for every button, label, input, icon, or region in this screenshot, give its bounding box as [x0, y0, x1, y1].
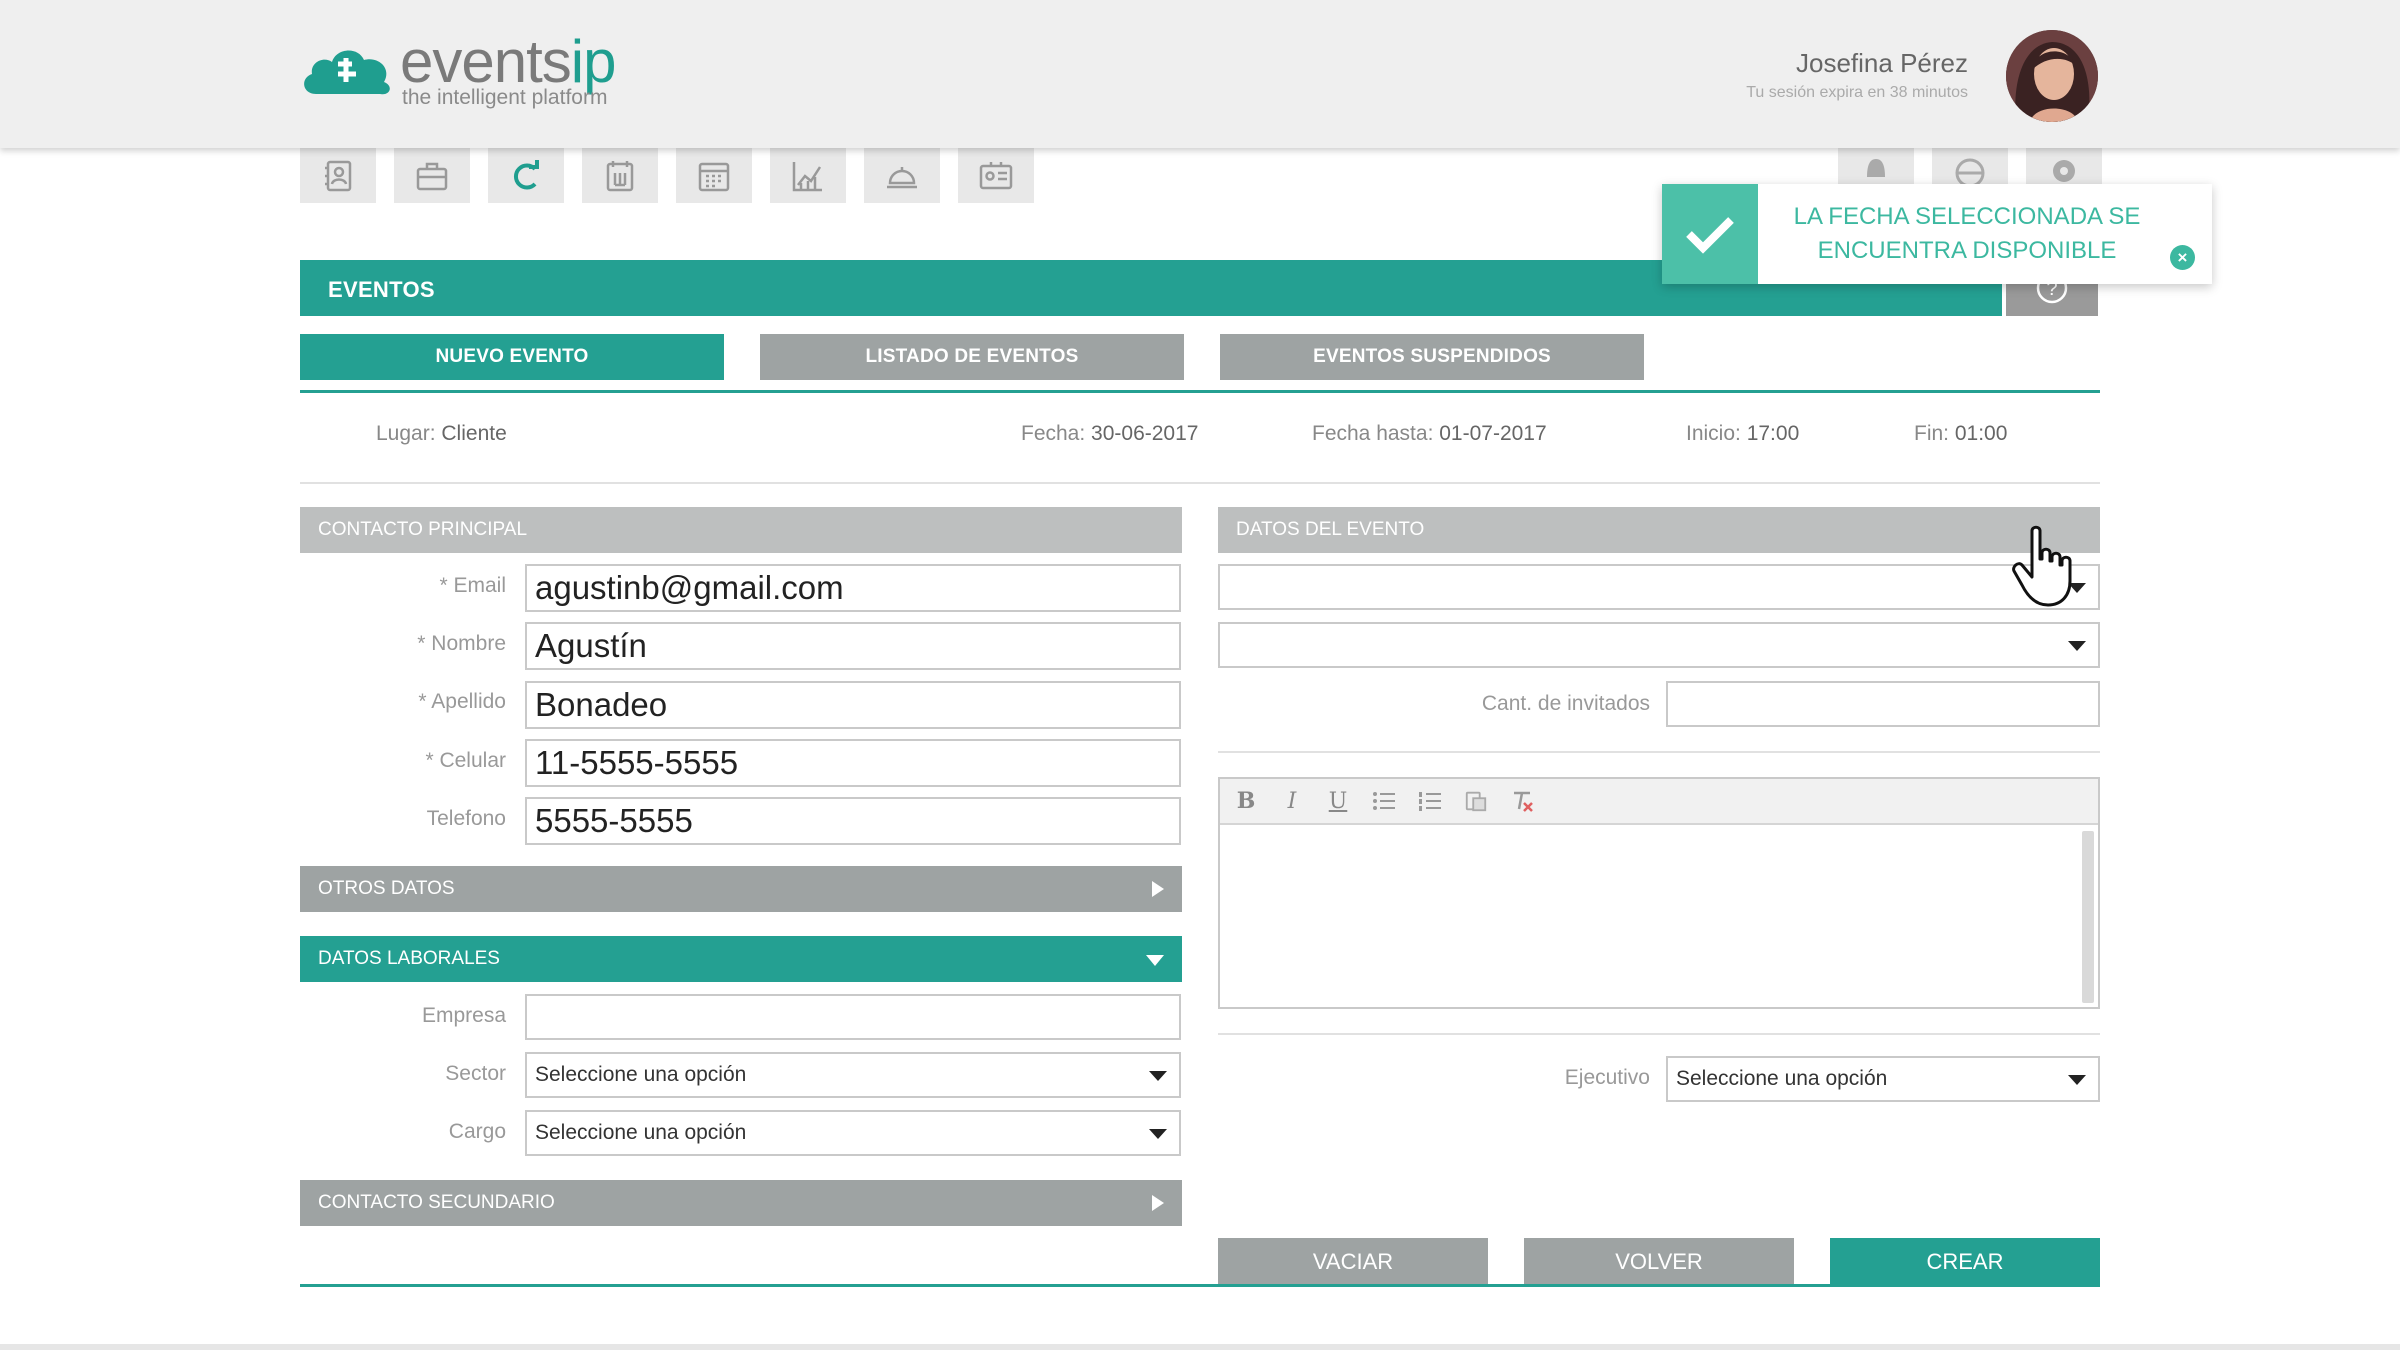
toast-message: LA FECHA SELECCIONADA SE ENCUENTRA DISPO… [1793, 203, 2141, 264]
summary-fecha: Fecha: 30-06-2017 [1021, 422, 1199, 445]
cargo-select[interactable]: Seleccione una opción [525, 1110, 1181, 1156]
id-card-icon[interactable] [958, 148, 1034, 203]
empresa-label: Empresa [421, 1004, 506, 1027]
contacto-secundario-toggle[interactable]: CONTACTO SECUNDARIO [300, 1180, 1182, 1226]
telefono-label: Telefono [426, 807, 506, 830]
check-icon [1662, 184, 1758, 284]
otros-datos-label: OTROS DATOS [318, 878, 455, 899]
top-header: eventsip the intelligent platform Josefi… [0, 0, 2400, 148]
ejecutivo-select-value: Seleccione una opción [1676, 1067, 1888, 1090]
telefono-field[interactable]: 5555-5555 [525, 797, 1181, 845]
main-toolbar [300, 148, 1034, 203]
sector-select[interactable]: Seleccione una opción [525, 1052, 1181, 1098]
eventsip-logo[interactable]: eventsip the intelligent platform [300, 30, 660, 114]
event-divider-top [1218, 751, 2100, 753]
event-category-select[interactable] [1218, 622, 2100, 668]
globe-icon[interactable] [1932, 148, 2008, 185]
hand-cursor-icon [2012, 525, 2072, 607]
nombre-label: * Nombre [417, 632, 506, 655]
bullet-list-icon[interactable] [1372, 788, 1396, 814]
event-divider-bottom [1218, 1033, 2100, 1035]
close-icon[interactable]: × [2170, 245, 2195, 270]
summary-divider [300, 482, 2100, 484]
form-bottom-line [300, 1284, 2100, 1287]
tab-nuevo-evento[interactable]: NUEVO EVENTO [300, 334, 724, 380]
bold-button[interactable]: B [1234, 788, 1258, 814]
crear-button[interactable]: CREAR [1830, 1238, 2100, 1286]
apellido-field[interactable]: Bonadeo [525, 681, 1181, 729]
user-name[interactable]: Josefina Pérez [1796, 48, 1968, 79]
email-label: * Email [439, 574, 506, 597]
caret-down-icon [2068, 1075, 2086, 1085]
logo-wordmark: eventsip [400, 28, 616, 95]
celular-field[interactable]: 11-5555-5555 [525, 739, 1181, 787]
email-field[interactable]: agustinb@gmail.com [525, 564, 1181, 612]
nombre-field[interactable]: Agustín [525, 622, 1181, 670]
clear-format-icon[interactable] [1510, 788, 1534, 814]
calendar-day-icon[interactable] [582, 148, 658, 203]
chevron-right-icon [1152, 1195, 1164, 1211]
summary-lugar: Lugar: Cliente [376, 422, 507, 445]
section-title: EVENTOS [328, 277, 435, 302]
sector-select-value: Seleccione una opción [535, 1063, 747, 1086]
editor-toolbar: B I U [1220, 779, 2098, 825]
page-footer-line [0, 1344, 2400, 1350]
summary-fecha-hasta: Fecha hasta: 01-07-2017 [1312, 422, 1547, 445]
chart-icon[interactable] [770, 148, 846, 203]
editor-scrollbar[interactable] [2082, 831, 2094, 1003]
sector-label: Sector [445, 1062, 506, 1085]
cloud-logo-icon [304, 50, 390, 95]
gear-icon[interactable] [2026, 148, 2102, 184]
celular-label: * Celular [425, 749, 506, 772]
session-expiry-text: Tu sesión expira en 38 minutos [1746, 84, 1968, 101]
service-bell-icon[interactable] [864, 148, 940, 203]
ejecutivo-select[interactable]: Seleccione una opción [1666, 1056, 2100, 1102]
logo-tagline: the intelligent platform [402, 86, 608, 109]
cargo-select-value: Seleccione una opción [535, 1121, 747, 1144]
bell-icon[interactable] [1838, 148, 1914, 184]
invitados-label: Cant. de invitados [1481, 692, 1650, 715]
paste-icon[interactable] [1464, 788, 1488, 814]
event-type-select[interactable] [1218, 564, 2100, 610]
contacto-principal-header: CONTACTO PRINCIPAL [300, 507, 1182, 553]
secondary-toolbar [1838, 148, 2102, 185]
event-tabs: NUEVO EVENTO LISTADO DE EVENTOS EVENTOS … [300, 334, 1644, 380]
datos-laborales-label: DATOS LABORALES [318, 948, 500, 969]
chevron-right-icon [1152, 881, 1164, 897]
ejecutivo-label: Ejecutivo [1564, 1066, 1650, 1089]
refresh-icon[interactable] [488, 148, 564, 203]
tab-listado-eventos[interactable]: LISTADO DE EVENTOS [760, 334, 1184, 380]
success-toast: LA FECHA SELECCIONADA SE ENCUENTRA DISPO… [1662, 184, 2212, 284]
briefcase-icon[interactable] [394, 148, 470, 203]
summary-inicio: Inicio: 17:00 [1686, 422, 1800, 445]
caret-down-icon [1149, 1071, 1167, 1081]
otros-datos-toggle[interactable]: OTROS DATOS [300, 866, 1182, 912]
vaciar-button[interactable]: VACIAR [1218, 1238, 1488, 1286]
underline-button[interactable]: U [1326, 788, 1350, 814]
caret-down-icon [2068, 641, 2086, 651]
volver-button[interactable]: VOLVER [1524, 1238, 1794, 1286]
tab-eventos-suspendidos[interactable]: EVENTOS SUSPENDIDOS [1220, 334, 1644, 380]
apellido-label: * Apellido [418, 690, 506, 713]
summary-fin: Fin: 01:00 [1914, 422, 2008, 445]
datos-evento-header: DATOS DEL EVENTO [1218, 507, 2100, 553]
calendar-month-icon[interactable] [676, 148, 752, 203]
user-avatar[interactable] [2006, 30, 2098, 122]
empresa-field[interactable] [525, 994, 1181, 1040]
datos-laborales-toggle[interactable]: DATOS LABORALES [300, 936, 1182, 982]
italic-button[interactable]: I [1280, 788, 1304, 814]
tabs-divider [300, 390, 2100, 393]
invitados-field[interactable] [1666, 681, 2100, 727]
contacto-secundario-label: CONTACTO SECUNDARIO [318, 1192, 555, 1213]
description-editor[interactable]: B I U [1218, 777, 2100, 1009]
chevron-down-icon [1146, 955, 1164, 966]
cargo-label: Cargo [448, 1120, 506, 1143]
contacts-icon[interactable] [300, 148, 376, 203]
numbered-list-icon[interactable] [1418, 788, 1442, 814]
caret-down-icon [1149, 1129, 1167, 1139]
